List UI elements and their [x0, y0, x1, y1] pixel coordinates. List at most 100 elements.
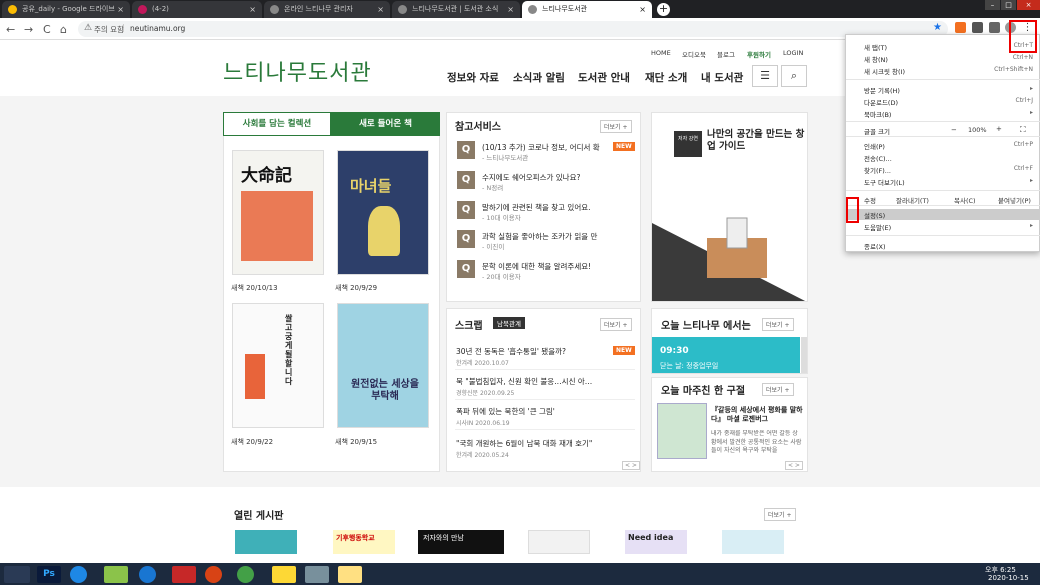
- menu-copy[interactable]: 복사(C): [954, 195, 976, 205]
- window-close-button[interactable]: ×: [1017, 0, 1040, 10]
- scrap-more-button[interactable]: 더보기 +: [600, 318, 632, 331]
- new-tab-button[interactable]: +: [657, 3, 670, 16]
- today-event-card[interactable]: 09:30 닫는 날: 정중업무일: [652, 337, 800, 373]
- book-cover[interactable]: 마녀들: [337, 150, 429, 275]
- zoom-in-button[interactable]: +: [996, 125, 1002, 133]
- board-more-button[interactable]: 더보기 +: [764, 508, 796, 521]
- close-icon[interactable]: ×: [377, 1, 384, 18]
- new-badge: NEW: [613, 142, 635, 151]
- reference-more-button[interactable]: 더보기 +: [600, 120, 632, 133]
- board-thumbnail[interactable]: [235, 530, 297, 554]
- board-thumbnail[interactable]: 저자와의 만남: [418, 530, 504, 554]
- extension-icon[interactable]: [972, 22, 983, 33]
- toplink-login[interactable]: LOGIN: [783, 49, 803, 57]
- minimize-button[interactable]: –: [985, 0, 1000, 10]
- reload-icon[interactable]: C: [43, 23, 51, 36]
- search-icon[interactable]: ⌕: [781, 65, 807, 87]
- powerpoint-icon[interactable]: [205, 566, 222, 583]
- book-cover[interactable]: 원전없는 세상을 부탁해: [337, 303, 429, 428]
- reference-item-author: - 이진이: [482, 243, 505, 251]
- scrap-pager[interactable]: < >: [622, 461, 640, 470]
- teamviewer-icon[interactable]: [70, 566, 87, 583]
- gnb-mylibrary[interactable]: 내 도서관: [701, 70, 743, 85]
- toplink-audiobook[interactable]: 오디오북: [682, 49, 706, 59]
- address-bar[interactable]: ⚠ 주의 요함 | neutinamu.org ★: [78, 21, 948, 37]
- menu-new-tab[interactable]: 새 탭(T): [864, 42, 887, 52]
- board-thumbnail[interactable]: 기후행동학교: [333, 530, 395, 554]
- menu-settings[interactable]: 설정(S): [864, 210, 885, 220]
- forward-icon[interactable]: →: [24, 23, 33, 36]
- menu-cast[interactable]: 전송(C)...: [864, 153, 892, 163]
- gnb-guide[interactable]: 도서관 안내: [578, 70, 630, 85]
- tab-4-2[interactable]: (4-2) ×: [132, 1, 262, 18]
- close-icon[interactable]: ×: [639, 1, 646, 18]
- gnb-info[interactable]: 정보와 자료: [447, 70, 499, 85]
- board-thumbnail[interactable]: Need idea: [625, 530, 687, 554]
- scrap-item-title[interactable]: 30년 전 동독은 '흡수통일' 됐을까?: [456, 346, 566, 357]
- extension-icon[interactable]: [955, 22, 966, 33]
- menu-incognito[interactable]: 새 시크릿 창(I): [864, 66, 905, 76]
- book-cover[interactable]: 쌀고 궁게 될할니다: [232, 303, 324, 428]
- quote-pager[interactable]: < >: [785, 461, 803, 470]
- snipping-icon[interactable]: [172, 566, 196, 583]
- today-more-button[interactable]: 더보기 +: [762, 318, 794, 331]
- gnb-foundation[interactable]: 재단 소개: [645, 70, 687, 85]
- site-logo[interactable]: 느티나무도서관: [223, 55, 372, 87]
- book-cover[interactable]: 大命記: [232, 150, 324, 275]
- app-icon[interactable]: [305, 566, 329, 583]
- close-icon[interactable]: ×: [507, 1, 514, 18]
- home-icon[interactable]: ⌂: [60, 23, 67, 36]
- tab-google-drive[interactable]: 공유_daily - Google 드라이브 ×: [2, 1, 130, 18]
- puzzle-icon[interactable]: [989, 22, 1000, 33]
- board-section: [0, 487, 1040, 563]
- kakaotalk-icon[interactable]: [272, 566, 296, 583]
- scrollbar[interactable]: [801, 337, 807, 373]
- close-icon[interactable]: ×: [117, 1, 124, 18]
- photoshop-icon[interactable]: Ps: [37, 566, 61, 583]
- menu-find[interactable]: 찾기(F)...: [864, 165, 891, 175]
- fullscreen-icon[interactable]: ⛶: [1020, 125, 1026, 135]
- toplink-donate[interactable]: 후원하기: [747, 49, 771, 59]
- hamburger-menu-icon[interactable]: ☰: [752, 65, 778, 87]
- board-thumbnail[interactable]: [528, 530, 590, 554]
- menu-cut[interactable]: 잘라내기(T): [896, 195, 929, 205]
- tab-admin[interactable]: 온라인 느티나무 관리자 ×: [264, 1, 390, 18]
- gnb-news[interactable]: 소식과 알림: [513, 70, 565, 85]
- scrap-item-source: 시사IN 2020.06.19: [456, 420, 510, 427]
- menu-new-window[interactable]: 새 창(N): [864, 54, 888, 64]
- today-event-label: 닫는 날: 정중업무일: [660, 362, 719, 370]
- scrap-tag[interactable]: 남북관계: [493, 317, 525, 329]
- scrap-item-title[interactable]: "국회 개원하는 6월이 남북 대화 재개 호기": [456, 438, 592, 449]
- app-icon[interactable]: [104, 566, 128, 583]
- chrome-icon[interactable]: [237, 566, 254, 583]
- event-banner[interactable]: 저자 강연 북토크 나만의 공간을 만드는 창업 가이드: [651, 112, 808, 302]
- menu-exit[interactable]: 종료(X): [864, 241, 886, 251]
- scrap-item-title[interactable]: 북 "불법침입자, 신원 확인 불응…시신 아…: [456, 376, 592, 387]
- quote-more-button[interactable]: 더보기 +: [762, 383, 794, 396]
- menu-downloads[interactable]: 다운로드(D): [864, 97, 898, 107]
- bookmark-star-icon[interactable]: ★: [933, 22, 942, 33]
- quote-book-title[interactable]: 『갈등의 세상에서 평화를 말하다』 마셜 로젠버그: [711, 406, 803, 424]
- maximize-button[interactable]: □: [1001, 0, 1016, 10]
- ie-icon[interactable]: [139, 566, 156, 583]
- toplink-home[interactable]: HOME: [651, 49, 671, 57]
- board-thumbnail[interactable]: [722, 530, 784, 554]
- back-icon[interactable]: ←: [6, 23, 15, 36]
- menu-paste[interactable]: 붙여넣기(P): [998, 195, 1031, 205]
- zoom-out-button[interactable]: −: [951, 126, 957, 134]
- close-icon[interactable]: ×: [249, 1, 256, 18]
- tab-library-active[interactable]: 느티나무도서관 ×: [522, 1, 652, 18]
- tab-library-news[interactable]: 느티나무도서관 | 도서관 소식 ×: [392, 1, 520, 18]
- menu-history[interactable]: 방문 기록(H): [864, 85, 900, 95]
- start-icon[interactable]: [4, 566, 30, 583]
- menu-bookmarks[interactable]: 북마크(B): [864, 109, 891, 119]
- menu-print[interactable]: 인쇄(P): [864, 141, 885, 151]
- scrap-item-title[interactable]: 폭파 뒤에 있는 북한의 '큰 그림': [456, 406, 555, 417]
- menu-help[interactable]: 도움말(E): [864, 222, 891, 232]
- menu-more-tools[interactable]: 도구 더보기(L): [864, 177, 905, 187]
- folder-icon[interactable]: [338, 566, 362, 583]
- toplink-blog[interactable]: 블로그: [717, 49, 735, 59]
- tab-new-books[interactable]: 새로 들어온 책: [331, 112, 440, 136]
- book-thumbnail[interactable]: [657, 403, 707, 459]
- tab-social-collection[interactable]: 사회를 담는 컬렉션: [223, 112, 331, 136]
